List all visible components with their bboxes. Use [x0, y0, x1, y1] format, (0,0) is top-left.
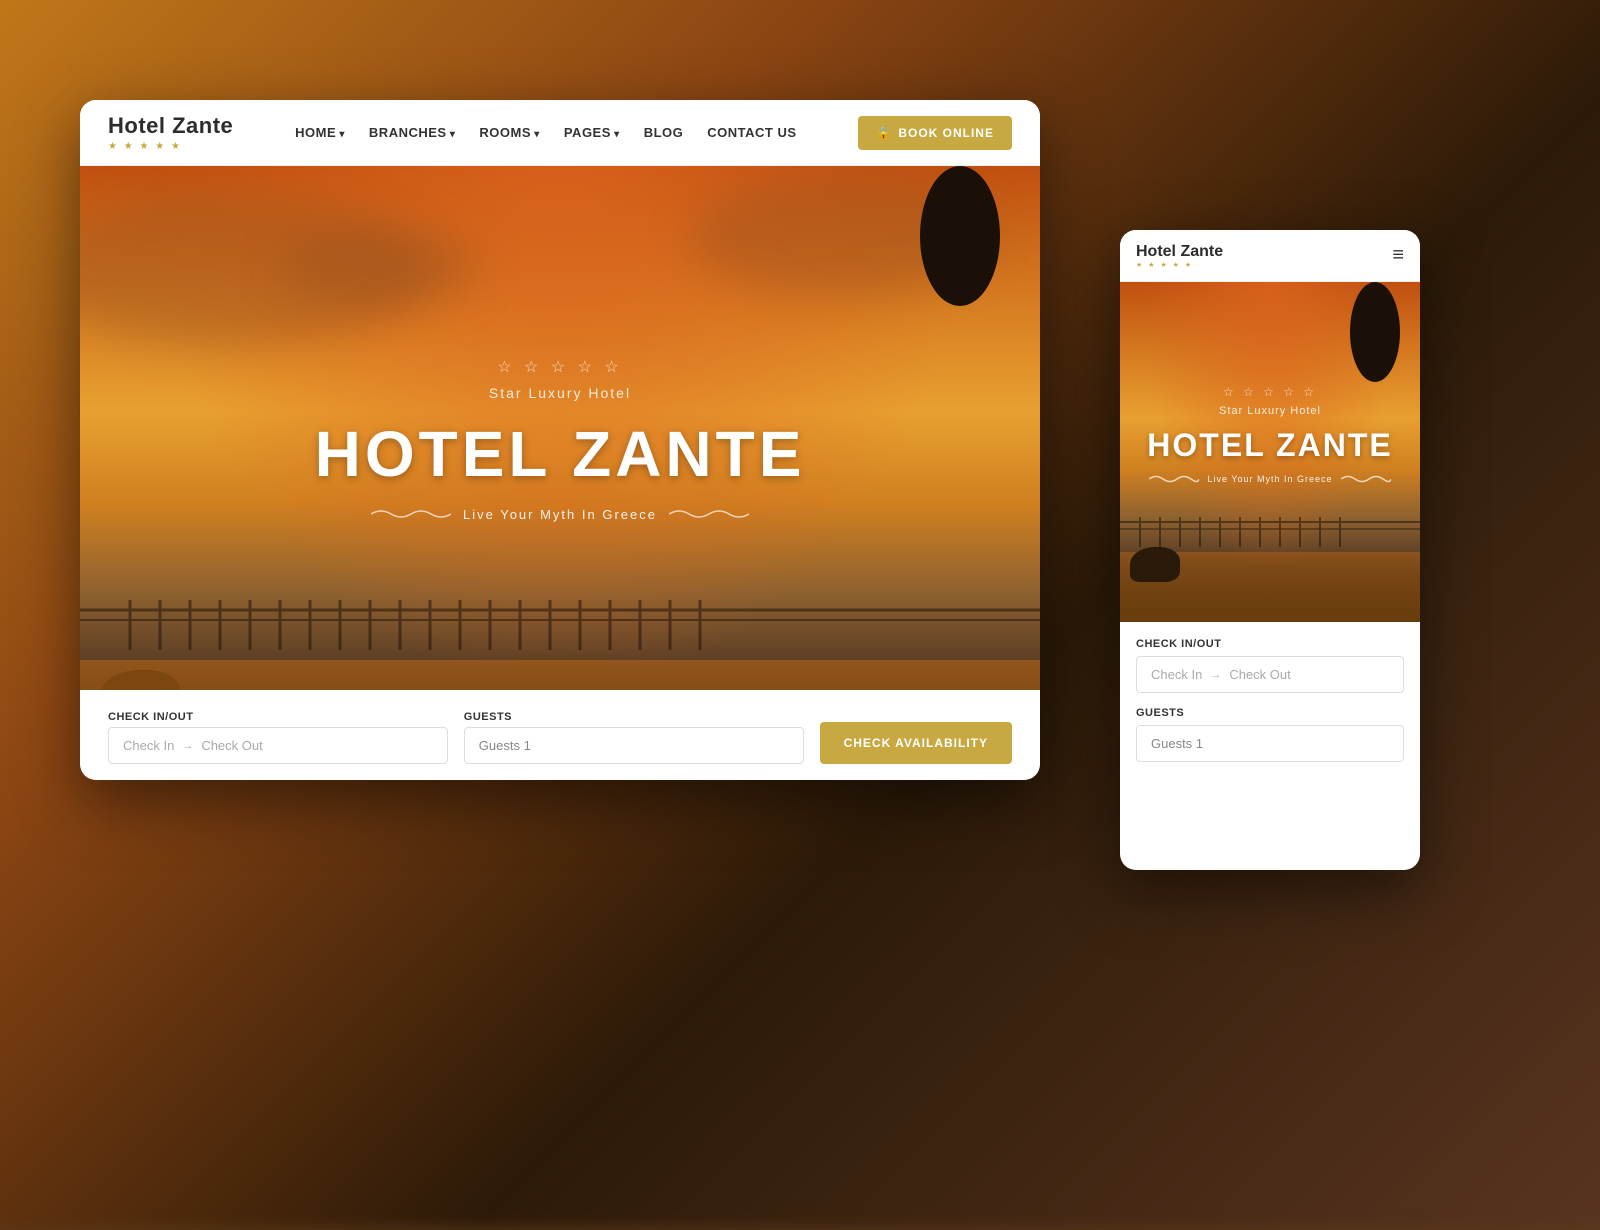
mobile-checkin-input[interactable]: Check In → Check Out	[1136, 656, 1404, 693]
mobile-brand-stars: ★ ★ ★ ★ ★	[1136, 261, 1223, 269]
hero-subtitle: Star Luxury Hotel	[315, 385, 806, 401]
guests-field: Guests Guests 1	[464, 711, 804, 764]
booking-bar: Check In/Out Check In → Check Out Guests…	[80, 690, 1040, 780]
nav-item-branches[interactable]: BRANCHES	[369, 124, 455, 142]
mobile-pier-svg	[1120, 502, 1420, 552]
nav-link-branches[interactable]: BRANCHES	[369, 125, 455, 140]
check-availability-button[interactable]: CHECK AVAILABILITY	[820, 722, 1012, 764]
pier-svg	[80, 580, 1040, 660]
mobile-checkin-label: Check In/Out	[1136, 638, 1404, 650]
mobile-hero: ☆ ☆ ☆ ☆ ☆ Star Luxury Hotel HOTEL ZANTE …	[1120, 282, 1420, 622]
mobile-navbar: Hotel Zante ★ ★ ★ ★ ★ ≡	[1120, 230, 1420, 282]
mobile-mockup: Hotel Zante ★ ★ ★ ★ ★ ≡	[1120, 230, 1420, 870]
checkout-text: Check Out	[201, 738, 262, 753]
brand-name: Hotel Zante	[108, 113, 233, 139]
mobile-hero-title: HOTEL ZANTE	[1147, 427, 1392, 464]
book-btn-label: BOOK ONLINE	[898, 126, 994, 140]
wave-right	[669, 508, 749, 520]
wave-left	[371, 508, 451, 520]
cloud-3	[280, 226, 480, 306]
mobile-brand-name: Hotel Zante	[1136, 243, 1223, 261]
mobile-guests-label: Guests	[1136, 707, 1404, 719]
tree-right	[920, 166, 1000, 306]
mobile-brand[interactable]: Hotel Zante ★ ★ ★ ★ ★	[1136, 243, 1223, 269]
mobile-wave-left	[1149, 474, 1199, 484]
desktop-navbar: Hotel Zante ★ ★ ★ ★ ★ HOME BRANCHES ROOM…	[80, 100, 1040, 166]
nav-link-contact[interactable]: CONTACT US	[707, 125, 796, 140]
mobile-hero-stars: ☆ ☆ ☆ ☆ ☆	[1147, 385, 1392, 399]
mobile-tree	[1350, 282, 1400, 382]
hero-divider: Live Your Myth In Greece	[315, 507, 806, 522]
nav-item-contact[interactable]: CONTACT US	[707, 124, 796, 142]
guests-label: Guests	[464, 711, 804, 723]
nav-item-pages[interactable]: PAGES	[564, 124, 620, 142]
guests-value: Guests 1	[479, 738, 531, 753]
arrow-icon: →	[182, 740, 193, 752]
mobile-rock	[1130, 547, 1180, 582]
hero-stars: ☆ ☆ ☆ ☆ ☆	[315, 357, 806, 377]
mobile-hero-content: ☆ ☆ ☆ ☆ ☆ Star Luxury Hotel HOTEL ZANTE …	[1131, 385, 1408, 490]
mobile-checkout-text: Check Out	[1229, 667, 1290, 682]
nav-link-home[interactable]: HOME	[295, 125, 345, 140]
desktop-hero: ☆ ☆ ☆ ☆ ☆ Star Luxury Hotel HOTEL ZANTE …	[80, 166, 1040, 780]
nav-item-home[interactable]: HOME	[295, 124, 345, 142]
hero-title: HOTEL ZANTE	[315, 417, 806, 491]
checkin-label: Check In/Out	[108, 711, 448, 723]
nav-item-rooms[interactable]: ROOMS	[479, 124, 539, 142]
mobile-checkin-field: Check In/Out Check In → Check Out	[1136, 638, 1404, 693]
mobile-hero-tagline: Live Your Myth In Greece	[1207, 474, 1332, 484]
book-online-button[interactable]: 🔒 BOOK ONLINE	[858, 116, 1012, 150]
nav-link-rooms[interactable]: ROOMS	[479, 125, 539, 140]
mobile-guests-field: Guests Guests 1	[1136, 707, 1404, 762]
mobile-guests-input[interactable]: Guests 1	[1136, 725, 1404, 762]
desktop-mockup: Hotel Zante ★ ★ ★ ★ ★ HOME BRANCHES ROOM…	[80, 100, 1040, 780]
brand-stars: ★ ★ ★ ★ ★	[108, 141, 233, 152]
checkin-field: Check In/Out Check In → Check Out	[108, 711, 448, 764]
mobile-hero-subtitle: Star Luxury Hotel	[1147, 405, 1392, 417]
checkin-input[interactable]: Check In → Check Out	[108, 727, 448, 764]
hero-content: ☆ ☆ ☆ ☆ ☆ Star Luxury Hotel HOTEL ZANTE …	[315, 357, 806, 530]
guests-input[interactable]: Guests 1	[464, 727, 804, 764]
mobile-wave-right	[1341, 474, 1391, 484]
mobile-checkin-text: Check In	[1151, 667, 1202, 682]
mobile-guests-value: Guests 1	[1151, 736, 1203, 751]
mobile-hero-divider: Live Your Myth In Greece	[1147, 474, 1392, 484]
checkin-text: Check In	[123, 738, 174, 753]
mobile-booking: Check In/Out Check In → Check Out Guests…	[1120, 622, 1420, 792]
hero-tagline: Live Your Myth In Greece	[463, 507, 657, 522]
check-availability-label: CHECK AVAILABILITY	[844, 736, 988, 750]
nav-link-pages[interactable]: PAGES	[564, 125, 620, 140]
hamburger-icon[interactable]: ≡	[1392, 244, 1404, 267]
nav-link-blog[interactable]: BLOG	[644, 125, 684, 140]
nav-item-blog[interactable]: BLOG	[644, 124, 684, 142]
brand-logo[interactable]: Hotel Zante ★ ★ ★ ★ ★	[108, 113, 233, 152]
nav-menu: HOME BRANCHES ROOMS PAGES BLOG CONTACT U…	[295, 124, 796, 142]
mobile-arrow-icon: →	[1210, 669, 1221, 681]
lock-icon: 🔒	[876, 126, 892, 140]
